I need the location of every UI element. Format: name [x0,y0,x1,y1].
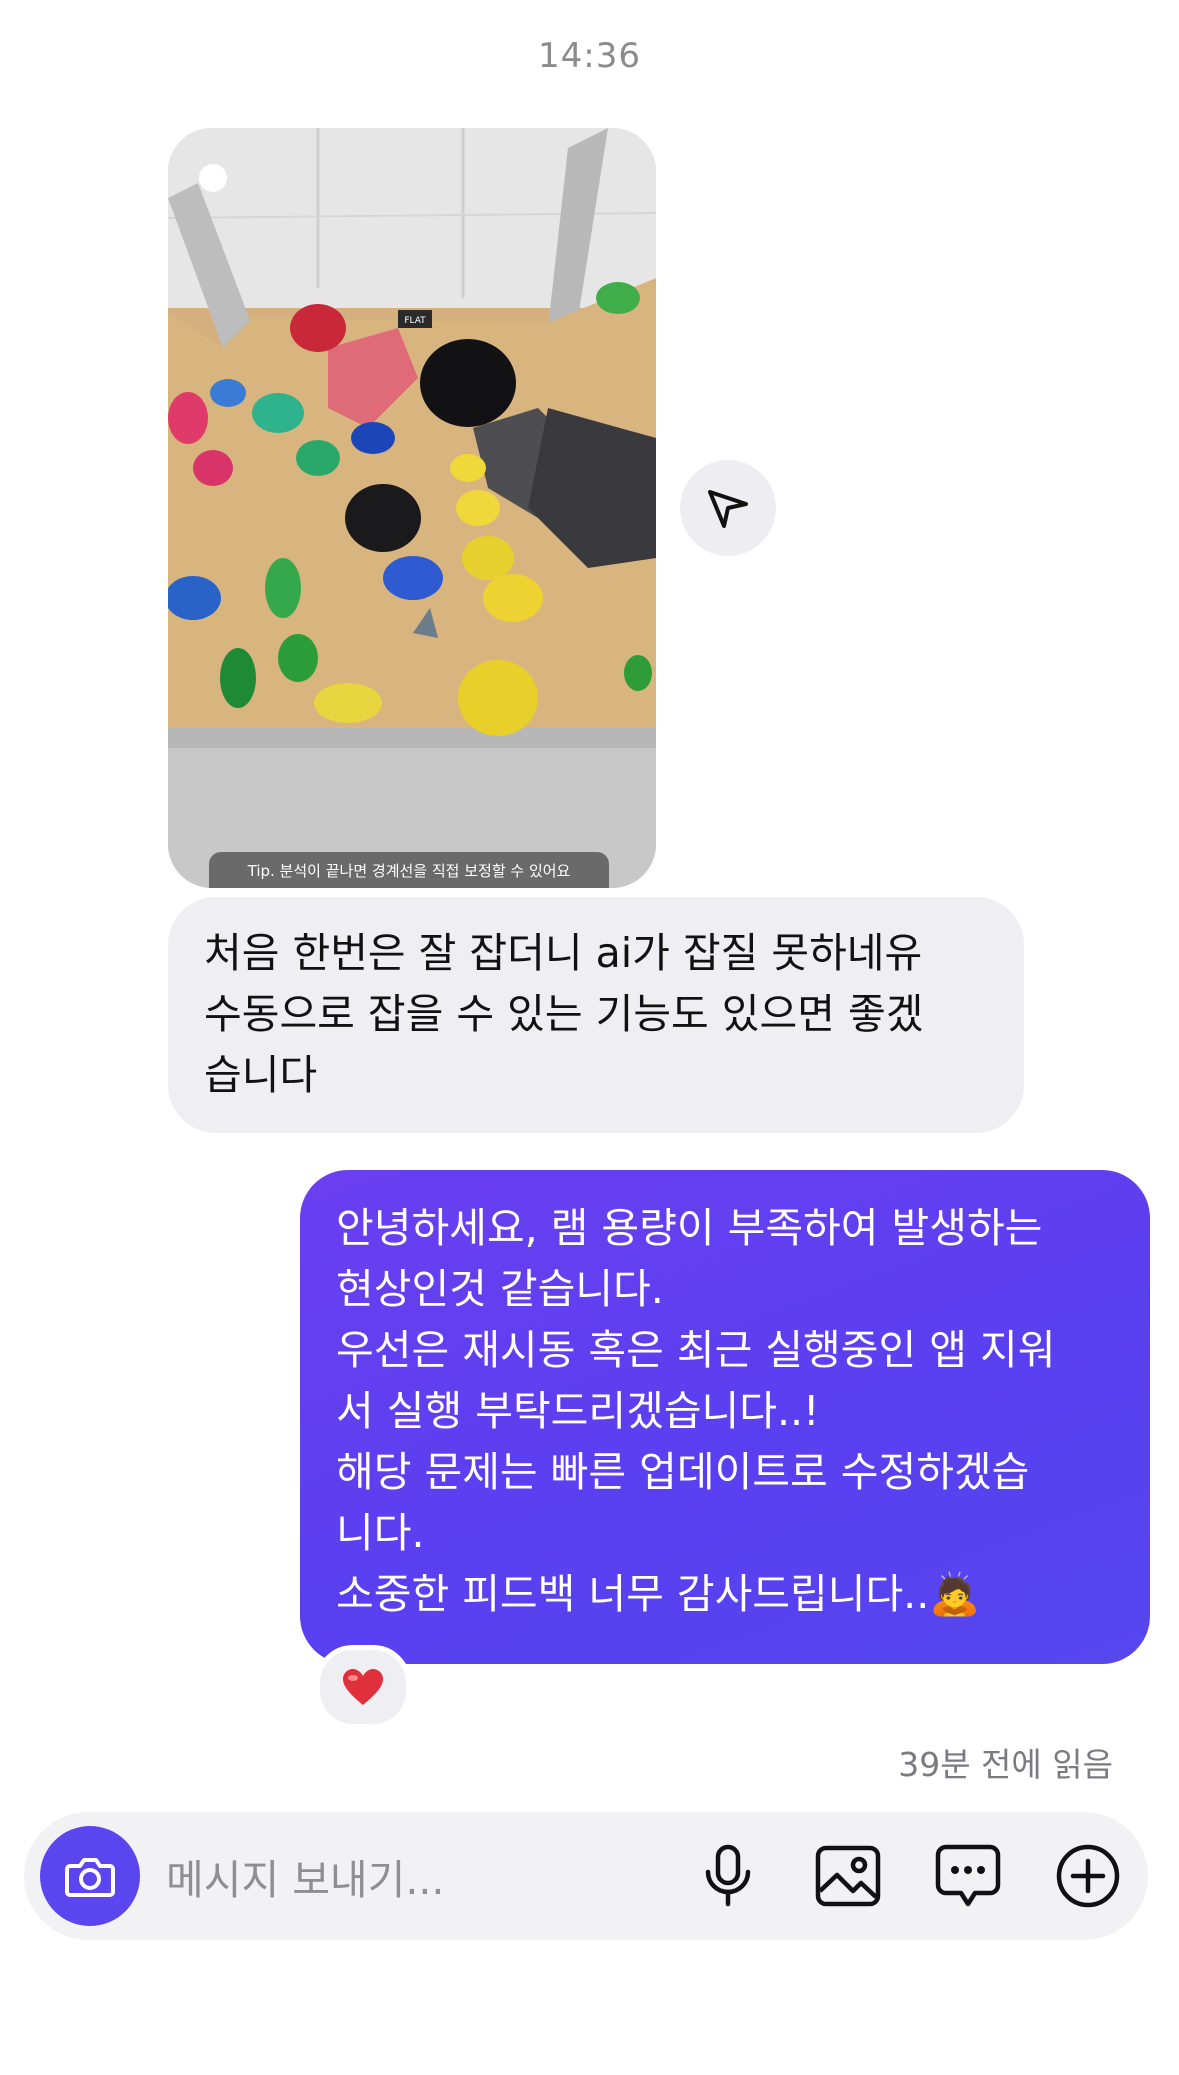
chat-bubble-button[interactable] [932,1840,1004,1912]
heart-icon [343,1669,383,1705]
message-input[interactable]: 메시지 보내기... [166,1812,646,1940]
plus-circle-icon [1056,1844,1120,1908]
message-line: 안녕하세요, 램 용량이 부족하여 발생하는 [336,1204,1043,1252]
message-timestamp: 14:36 [538,36,641,76]
message-line: 수동으로 잡을 수 있는 기능도 있으면 좋겠 [204,990,924,1038]
shared-photo[interactable]: FLAT Tip. 분석이 끝나면 경계선을 직접 보정할 수 있어요 [168,128,656,888]
message-line: 해당 문제는 빠른 업데이트로 수정하겠습 [336,1448,1030,1496]
message-line: 습니다 [204,1051,318,1099]
microphone-icon [705,1844,751,1907]
photo-tip-overlay: Tip. 분석이 끝나면 경계선을 직접 보정할 수 있어요 [209,852,609,888]
heart-reaction[interactable] [315,1645,411,1729]
outgoing-message-bubble[interactable]: 안녕하세요, 램 용량이 부족하여 발생하는 현상인것 같습니다. 우선은 재시… [300,1170,1150,1664]
add-button[interactable] [1052,1840,1124,1912]
share-button[interactable] [680,460,776,556]
message-line: 처음 한번은 잘 잡더니 ai가 잡질 못하네유 [204,929,923,977]
gallery-button[interactable] [812,1840,884,1912]
message-line: 니다. [336,1509,425,1557]
send-icon [708,490,748,528]
message-line: 소중한 피드백 너무 감사드립니다..🙇 [336,1570,981,1618]
camera-icon [65,1858,115,1897]
message-line: 현상인것 같습니다. [336,1265,664,1313]
image-icon [815,1845,881,1907]
message-composer: 메시지 보내기... [24,1812,1148,1940]
message-line: 우선은 재시동 혹은 최근 실행중인 앱 지워 [336,1326,1056,1374]
chat-bubble-icon [935,1844,1001,1907]
microphone-button[interactable] [692,1840,764,1912]
climbing-wall-image: FLAT [168,128,656,888]
message-line: 서 실행 부탁드리겠습니다..! [336,1387,820,1435]
read-receipt: 39분 전에 읽음 [898,1745,1113,1784]
camera-button[interactable] [40,1826,140,1926]
incoming-message-bubble[interactable]: 처음 한번은 잘 잡더니 ai가 잡질 못하네유 수동으로 잡을 수 있는 기능… [168,897,1024,1133]
wall-sign: FLAT [404,316,426,326]
